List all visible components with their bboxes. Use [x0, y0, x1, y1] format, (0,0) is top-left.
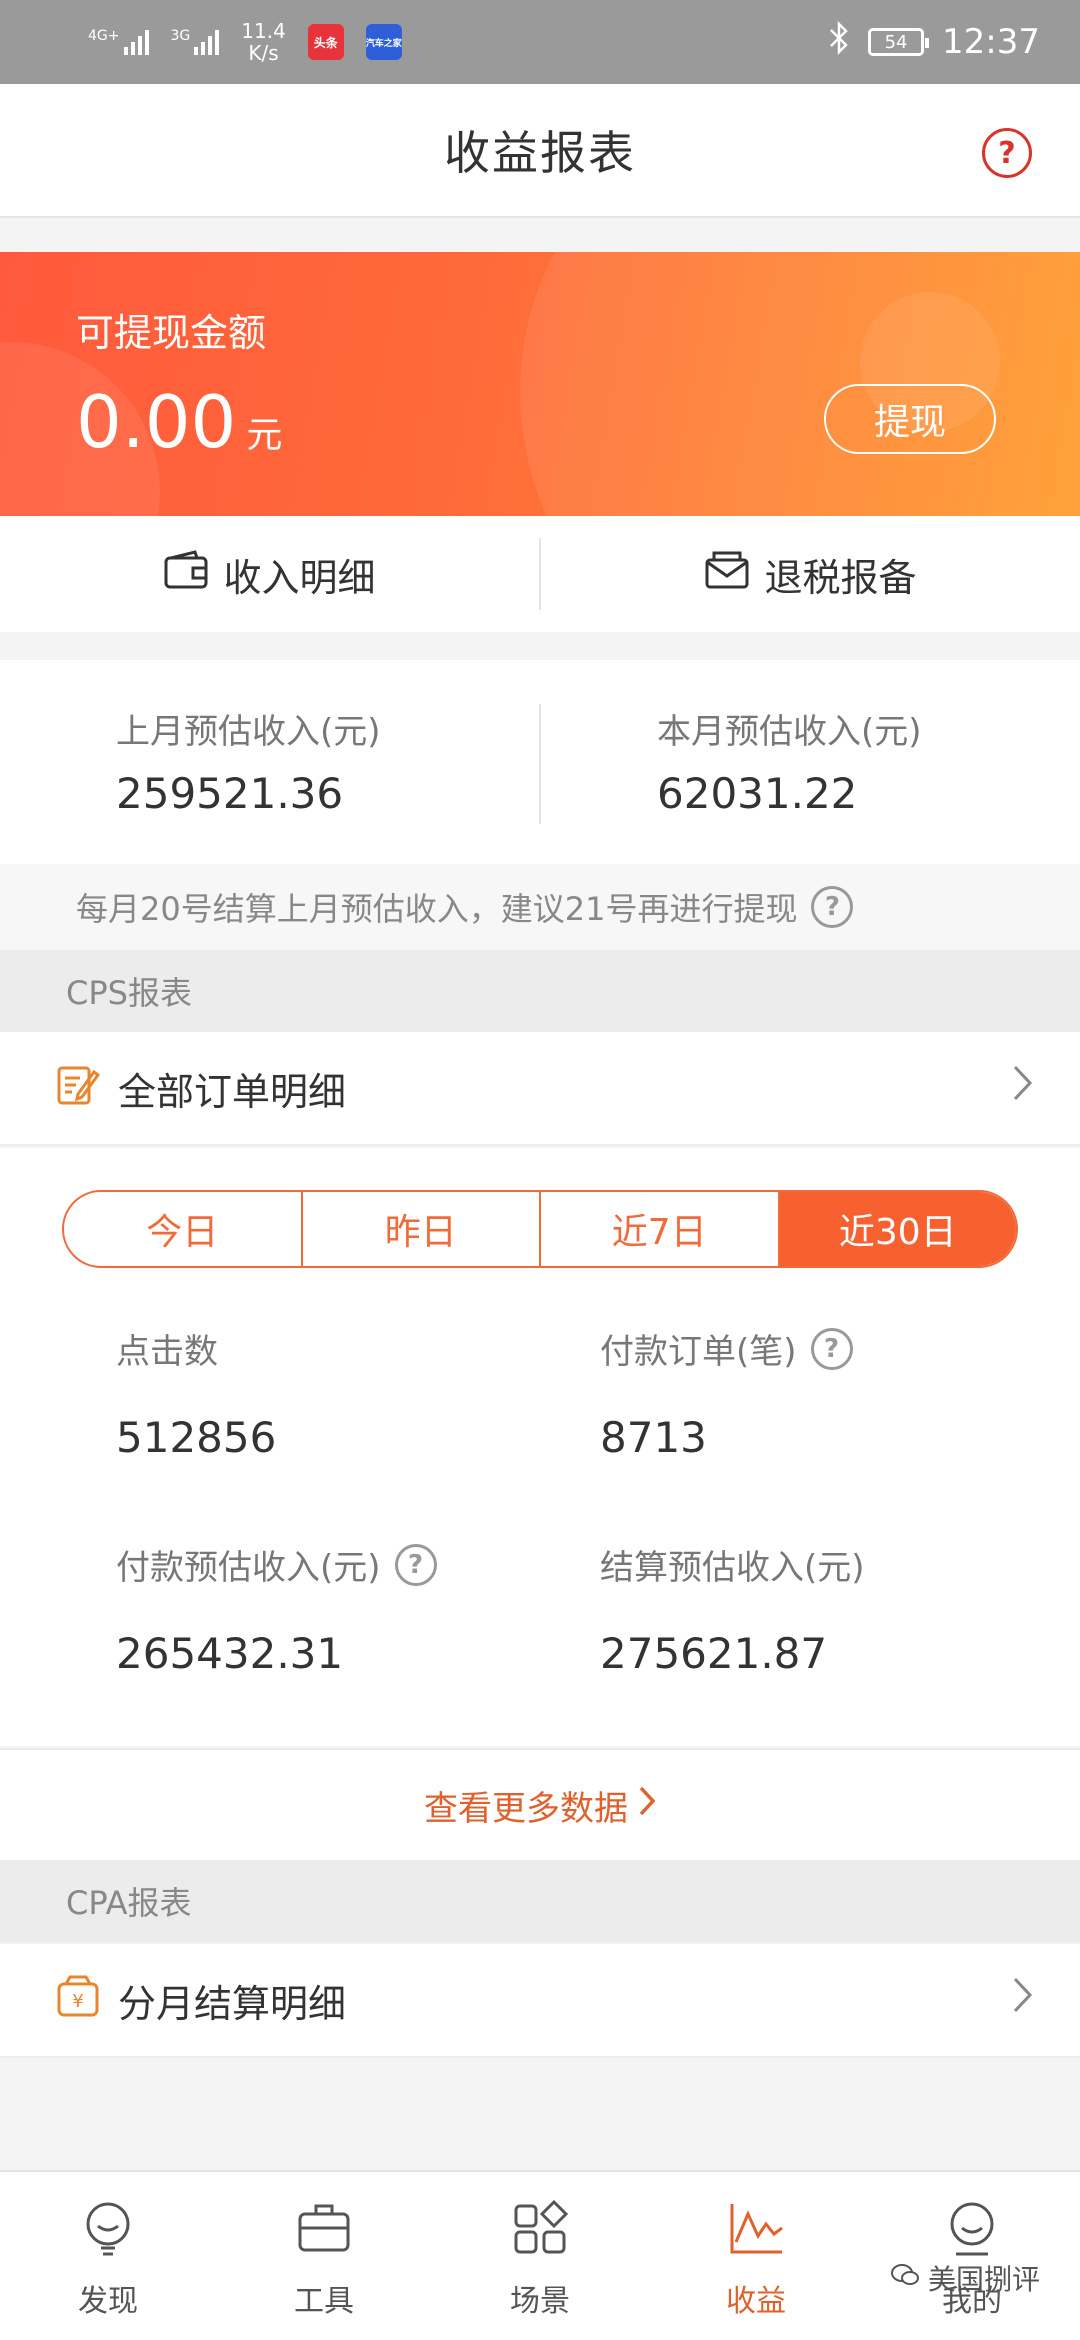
order-edit-icon [56, 1062, 101, 1115]
chart-icon [726, 2198, 786, 2266]
cps-section-title: CPS报表 [0, 950, 1080, 1032]
bluetooth-icon [828, 20, 850, 64]
settlement-notice: 每月20号结算上月预估收入，建议21号再进行提现 ? [0, 864, 1080, 950]
user-icon [942, 2198, 1002, 2266]
nav-discover[interactable]: 发现 [0, 2172, 216, 2340]
all-orders-link[interactable]: 全部订单明细 [0, 1032, 1080, 1146]
wechat-icon [890, 2262, 920, 2295]
nav-profile[interactable]: 我的 [864, 2172, 1080, 2340]
wallet-icon [163, 549, 209, 599]
clock: 12:37 [942, 22, 1040, 62]
stat-paid-orders: 付款订单(笔)? 8713 [540, 1324, 1080, 1540]
chevron-right-icon [638, 1785, 656, 1826]
withdrawable-amount: 0.00 元 [76, 380, 283, 464]
page-title: 收益报表 [444, 126, 636, 180]
action-row: 收入明细 退税报备 [0, 516, 1080, 632]
tab-today[interactable]: 今日 [64, 1192, 303, 1266]
signal-4g-icon: 4G+ [88, 29, 149, 55]
estimated-income-panel: 上月预估收入(元) 259521.36 本月预估收入(元) 62031.22 [0, 660, 1080, 864]
tax-report-button[interactable]: 退税报备 [541, 516, 1080, 632]
bulb-icon [78, 2198, 138, 2266]
withdraw-button[interactable]: 提现 [824, 384, 996, 454]
autohome-app-icon: 汽车之家 [365, 24, 402, 60]
toolbox-icon [294, 2198, 354, 2266]
svg-text:¥: ¥ [72, 1991, 83, 2012]
network-speed: 11.4 K/s [241, 19, 286, 65]
question-icon[interactable]: ? [811, 886, 854, 928]
signal-3g-icon: 3G [171, 29, 220, 55]
tab-yesterday[interactable]: 昨日 [303, 1192, 541, 1266]
income-detail-button[interactable]: 收入明细 [0, 516, 539, 632]
help-button[interactable]: ? [982, 128, 1032, 178]
question-icon[interactable]: ? [810, 1327, 853, 1370]
toutiao-app-icon: 头条 [307, 24, 344, 60]
nav-tools[interactable]: 工具 [216, 2172, 432, 2340]
this-month-estimate: 本月预估收入(元) 62031.22 [657, 712, 922, 818]
nav-earnings[interactable]: 收益 [648, 2172, 864, 2340]
bottom-navigation: 发现 工具 场景 收益 我的 [0, 2170, 1080, 2340]
stats-grid: 点击数 512856 付款订单(笔)? 8713 付款预估收入(元)? 2654… [0, 1324, 1080, 1756]
stat-paid-estimate: 付款预估收入(元)? 265432.31 [0, 1540, 540, 1756]
watermark: 美国捌评 [890, 2258, 1040, 2298]
chevron-right-icon [1012, 1976, 1034, 2024]
battery-icon: 54 [868, 28, 930, 56]
monthly-settlement-link[interactable]: ¥ 分月结算明细 [0, 1944, 1080, 2058]
stat-clicks: 点击数 512856 [116, 1332, 277, 1462]
tab-last-7-days[interactable]: 近7日 [541, 1192, 780, 1266]
money-bag-icon: ¥ [56, 1974, 100, 2027]
stat-settled-estimate: 结算预估收入(元) 275621.87 [600, 1548, 865, 1678]
withdrawable-label: 可提现金额 [76, 311, 267, 355]
envelope-icon [704, 550, 750, 599]
cps-stats-card: 今日 昨日 近7日 近30日 点击数 512856 付款订单(笔)? 8713 … [0, 1148, 1080, 1746]
view-more-data-link[interactable]: 查看更多数据 [0, 1748, 1080, 1860]
status-bar: 4G+ 3G 11.4 K/s 头条 汽车之家 54 12:37 [0, 0, 1080, 84]
nav-scenes[interactable]: 场景 [432, 2172, 648, 2340]
cpa-section-title: CPA报表 [0, 1860, 1080, 1942]
app-header: 收益报表 ? [0, 84, 1080, 218]
last-month-estimate: 上月预估收入(元) 259521.36 [116, 712, 381, 818]
question-icon[interactable]: ? [394, 1543, 437, 1586]
withdrawable-banner: 可提现金额 0.00 元 提现 [0, 252, 1080, 516]
period-tabs: 今日 昨日 近7日 近30日 [62, 1190, 1018, 1268]
tab-last-30-days[interactable]: 近30日 [779, 1192, 1016, 1266]
chevron-right-icon [1012, 1064, 1034, 1112]
grid-icon [510, 2198, 570, 2266]
